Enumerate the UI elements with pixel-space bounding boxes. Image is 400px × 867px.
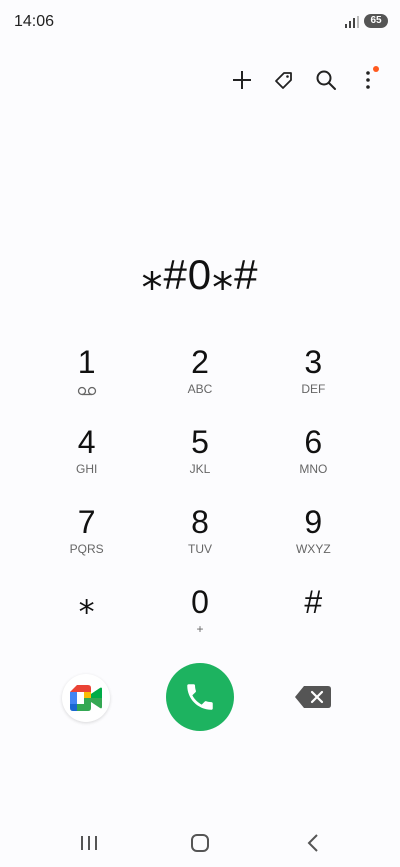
- key-8[interactable]: 8 TUV: [143, 504, 256, 584]
- key-7[interactable]: 7 PQRS: [30, 504, 143, 584]
- key-digit: 9: [304, 504, 323, 540]
- key-4[interactable]: 4 GHI: [30, 424, 143, 504]
- key-digit: ⁎: [78, 584, 95, 620]
- key-letters: DEF: [301, 382, 326, 396]
- key-digit: 7: [77, 504, 96, 540]
- tag-icon: [275, 72, 292, 89]
- more-vert-icon: [366, 71, 370, 89]
- key-letters: WXYZ: [295, 542, 331, 556]
- key-letters: PQRS: [69, 542, 104, 556]
- add-contact-button[interactable]: [228, 66, 256, 94]
- key-digit: 4: [77, 424, 96, 460]
- key-digit: 5: [191, 424, 209, 460]
- more-options-button[interactable]: [354, 66, 382, 94]
- key-9[interactable]: 9 WXYZ: [257, 504, 370, 584]
- home-button[interactable]: [185, 830, 215, 856]
- key-star[interactable]: ⁎: [30, 584, 143, 664]
- key-digit: 6: [304, 424, 323, 460]
- video-call-button[interactable]: [62, 674, 110, 722]
- key-digit: 1: [77, 344, 96, 380]
- signal-icon: [345, 16, 359, 28]
- key-digit: 8: [191, 504, 209, 540]
- voicemail-icon: [77, 384, 97, 398]
- key-digit: 3: [304, 344, 323, 380]
- key-0[interactable]: 0 +: [143, 584, 256, 664]
- plus-icon: [233, 71, 251, 89]
- dial-keypad: 1 2 ABC 3 DEF 4 GHI 5 JKL 6 MNO 7 PQRS 8…: [30, 344, 370, 664]
- battery-indicator: 65: [364, 14, 388, 28]
- search-button[interactable]: [312, 66, 340, 94]
- status-time: 14:06: [14, 13, 55, 30]
- back-button[interactable]: [298, 830, 328, 856]
- status-bar: 14:06 65: [0, 0, 400, 44]
- dialed-number[interactable]: ⁎#0⁎#: [0, 250, 400, 299]
- key-letters: GHI: [75, 462, 98, 476]
- recents-button[interactable]: [74, 830, 104, 856]
- key-letters: MNO: [299, 462, 328, 476]
- google-meet-icon: [70, 685, 102, 711]
- backspace-icon: [295, 686, 331, 708]
- key-digit: #: [304, 584, 323, 620]
- key-6[interactable]: 6 MNO: [257, 424, 370, 504]
- home-icon: [191, 834, 209, 852]
- system-nav-bar: [0, 820, 400, 867]
- recents-icon: [81, 836, 97, 850]
- key-digit: 0: [191, 584, 209, 620]
- key-letters: ABC: [187, 382, 213, 396]
- key-letters: TUV: [187, 542, 212, 556]
- key-3[interactable]: 3 DEF: [257, 344, 370, 424]
- key-5[interactable]: 5 JKL: [143, 424, 256, 504]
- phone-icon: [187, 684, 213, 710]
- backspace-button[interactable]: [294, 684, 332, 710]
- dialer-toolbar: [228, 66, 382, 96]
- key-letters: +: [196, 622, 204, 636]
- search-icon: [316, 70, 336, 90]
- back-icon: [307, 834, 318, 852]
- dialer-actions: [0, 660, 400, 736]
- notification-dot: [373, 66, 379, 72]
- key-2[interactable]: 2 ABC: [143, 344, 256, 424]
- key-hash[interactable]: #: [257, 584, 370, 664]
- tag-button[interactable]: [270, 66, 298, 94]
- key-digit: 2: [191, 344, 209, 380]
- key-letters: JKL: [189, 462, 211, 476]
- call-button[interactable]: [166, 663, 234, 731]
- key-1[interactable]: 1: [30, 344, 143, 424]
